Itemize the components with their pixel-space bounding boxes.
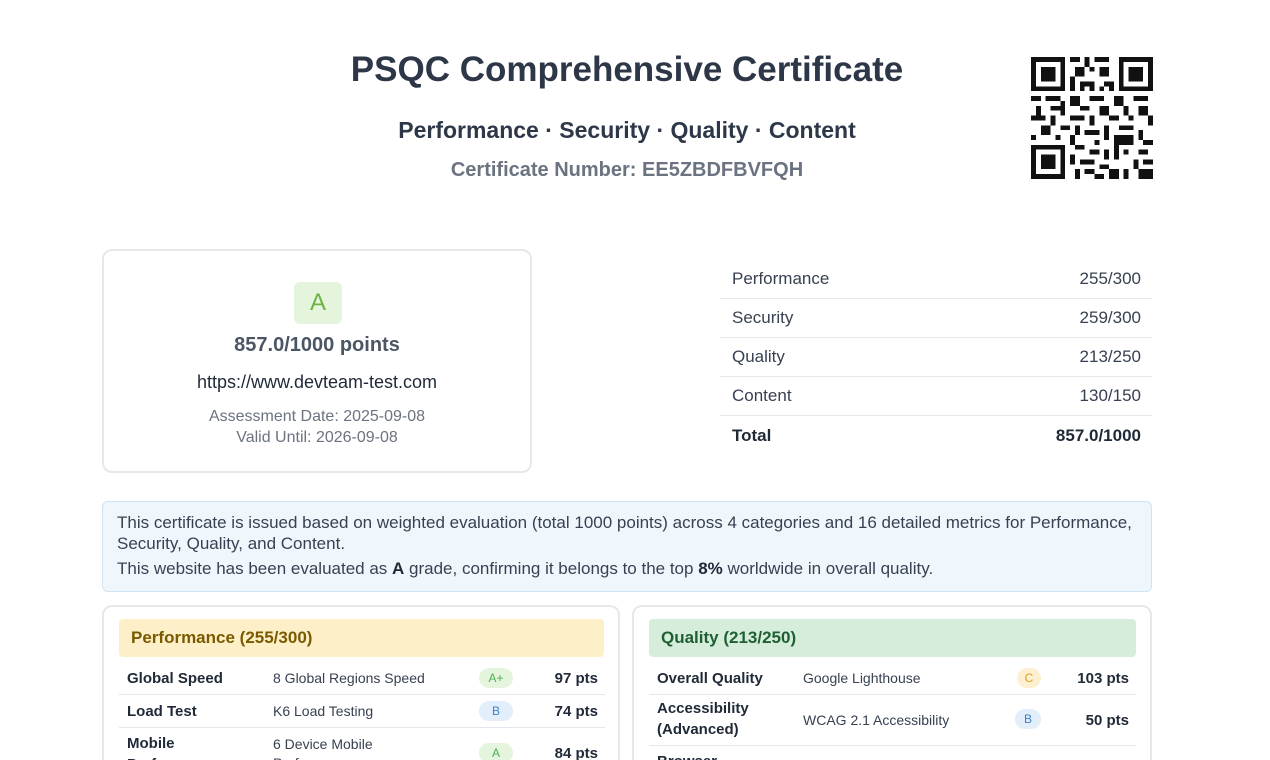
metric-points: 84 pts (554, 745, 598, 760)
metric-name: Browser (657, 751, 717, 760)
site-url[interactable]: https://www.devteam-test.com (104, 372, 530, 393)
score-value: 130/150 (1079, 386, 1141, 405)
notice-grade: A (392, 559, 405, 578)
metric-grade-badge: A (479, 743, 513, 760)
score-row-quality: Quality 213/250 (720, 338, 1152, 377)
metric-grade-badge: B (479, 701, 513, 721)
qr-code-icon (1031, 57, 1153, 179)
metric-name: Global Speed (127, 670, 223, 687)
metric-grade-badge: A+ (479, 668, 513, 688)
performance-card: Performance (255/300) Global Speed 8 Glo… (102, 605, 620, 760)
score-row-performance: Performance 255/300 (720, 260, 1152, 299)
metric-name: Accessibility (Advanced) (657, 700, 749, 738)
metric-tool: Google Lighthouse (803, 670, 921, 686)
metric-name: Mobile Performance (127, 735, 219, 760)
certificate-number-label: Certificate Number: (450, 159, 637, 181)
notice-percent: 8% (698, 559, 723, 578)
metric-tool: 8 Global Regions Speed (273, 670, 425, 686)
score-row-content: Content 130/150 (720, 377, 1152, 416)
metric-tool: WCAG 2.1 Accessibility (803, 712, 950, 728)
score-label: Content (732, 386, 792, 405)
score-value: 255/300 (1079, 269, 1141, 288)
metric-grade-badge: C (1017, 668, 1041, 688)
certificate-number-value: EE5ZBDFBVFQH (642, 159, 804, 181)
quality-header: Quality (213/250) (649, 619, 1136, 657)
notice-line-2: This website has been evaluated as A gra… (117, 558, 1137, 579)
metric-tool: 6 Device Mobile Performance (273, 736, 373, 760)
metric-points: 50 pts (1085, 712, 1129, 729)
metric-row: Mobile Performance 6 Device Mobile Perfo… (119, 728, 605, 760)
metric-row: Load Test K6 Load Testing B 74 pts (119, 695, 605, 728)
metric-points: 97 pts (554, 670, 598, 687)
metric-grade-badge: B (1015, 709, 1041, 729)
score-label: Quality (732, 347, 785, 366)
metric-row: Global Speed 8 Global Regions Speed A+ 9… (119, 662, 605, 695)
metric-tool: K6 Load Testing (273, 703, 374, 719)
metric-name: Overall Quality (657, 670, 763, 687)
metric-row: Overall Quality Google Lighthouse C 103 … (649, 662, 1136, 695)
score-table: Performance 255/300 Security 259/300 Quali… (720, 260, 1152, 455)
metric-row: Browser (649, 746, 1136, 760)
score-label: Performance (732, 269, 830, 288)
metric-points: 103 pts (1077, 670, 1129, 687)
overall-grade-badge: A (294, 282, 342, 324)
notice-text: grade, confirming it belongs to the top (404, 559, 699, 578)
score-row-security: Security 259/300 (720, 299, 1152, 338)
assessment-date: Assessment Date: 2025-09-08 (208, 408, 426, 425)
metric-points: 74 pts (554, 703, 598, 720)
score-value: 259/300 (1079, 308, 1141, 327)
metric-row: Accessibility (Advanced) WCAG 2.1 Access… (649, 695, 1136, 746)
notice-line-1: This certificate is issued based on weig… (117, 513, 1132, 553)
score-label: Security (732, 308, 794, 327)
score-label: Total (732, 425, 772, 445)
notice-text: This website has been evaluated as (117, 559, 393, 578)
total-points: 857.0/1000 points (234, 334, 400, 356)
quality-card: Quality (213/250) Overall Quality Google… (632, 605, 1152, 760)
score-value: 857.0/1000 (1055, 425, 1141, 445)
score-row-total: Total 857.0/1000 (720, 416, 1152, 455)
metric-name: Load Test (127, 703, 197, 720)
notice-text: worldwide in overall quality. (722, 559, 934, 578)
summary-card: A 857.0/1000 points https://www.devteam-… (102, 249, 532, 473)
valid-until: Valid Until: 2026-09-08 (236, 429, 398, 446)
performance-header: Performance (255/300) (119, 619, 604, 657)
score-value: 213/250 (1079, 347, 1141, 366)
certificate-notice: This certificate is issued based on weig… (102, 501, 1152, 592)
